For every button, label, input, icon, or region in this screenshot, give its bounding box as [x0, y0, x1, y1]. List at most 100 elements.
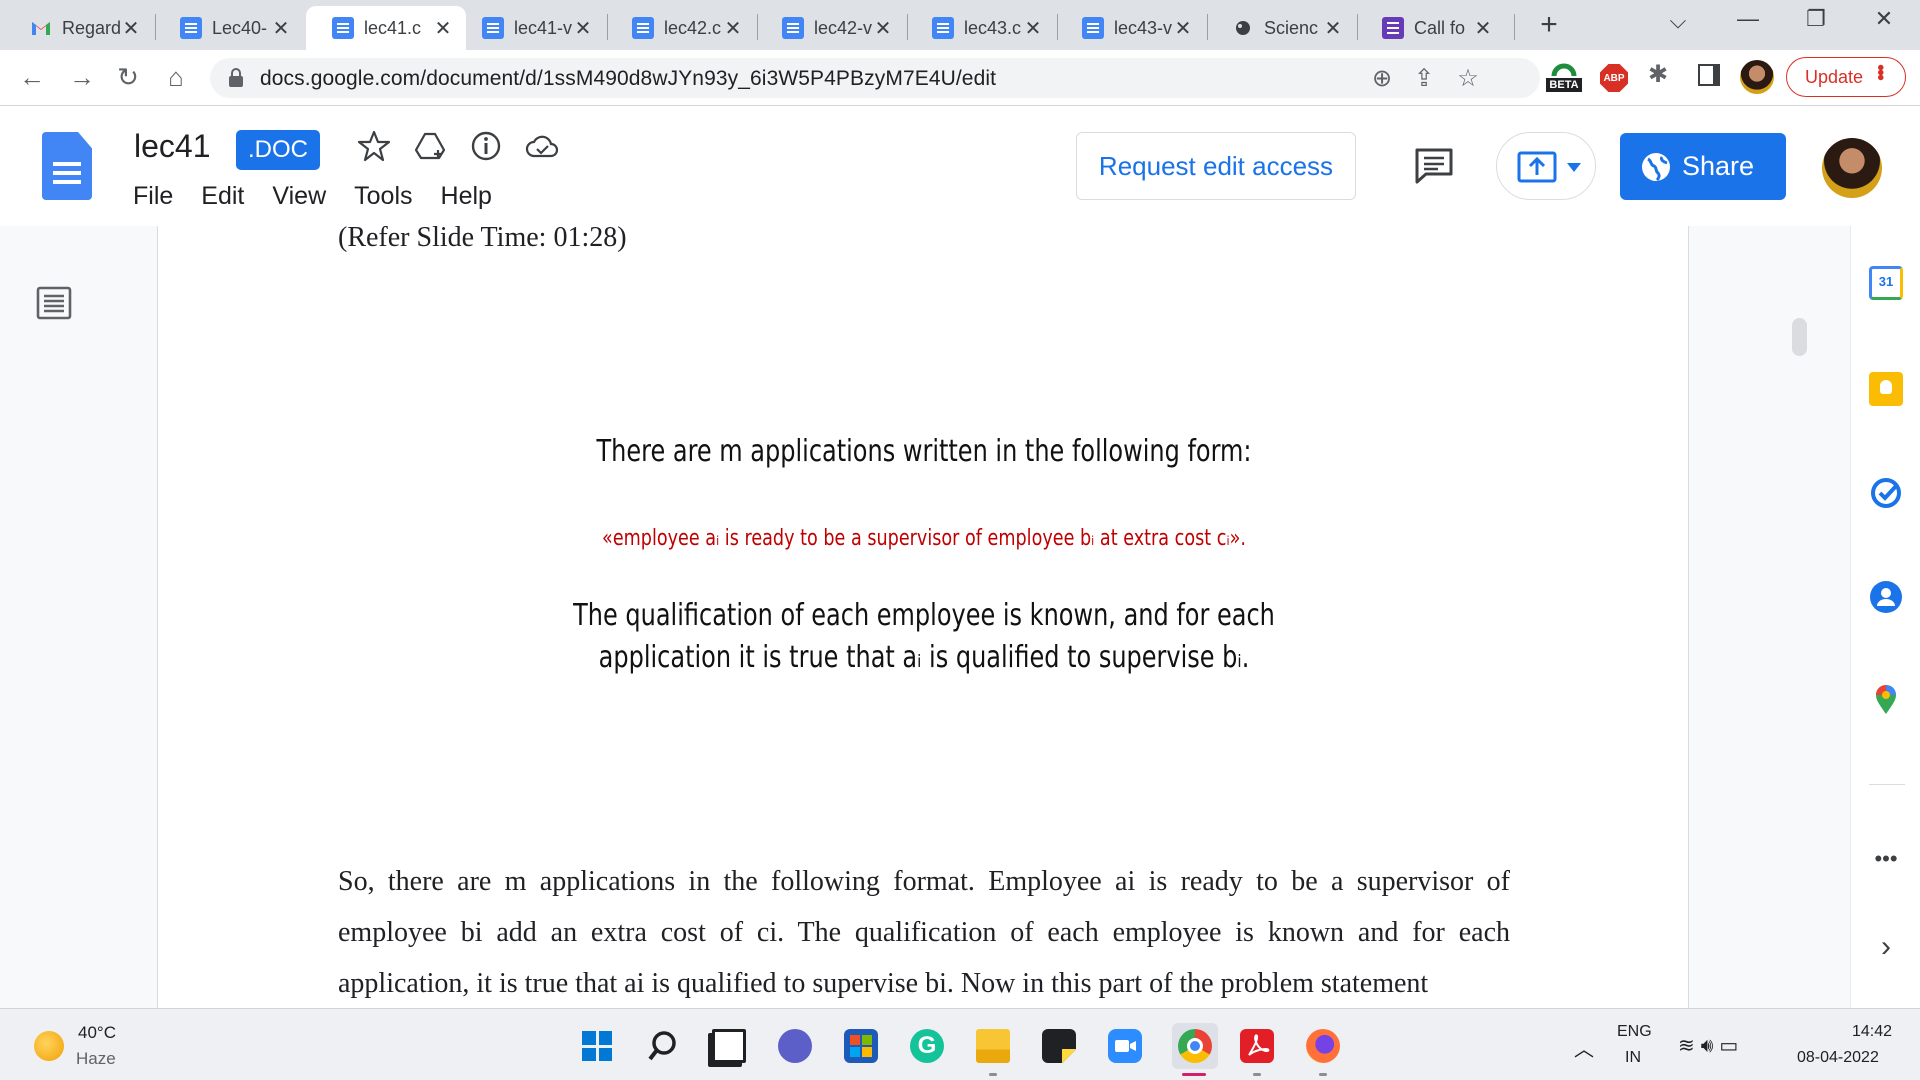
browser-tab[interactable]: Scienc ✕ — [1206, 6, 1356, 50]
abp-label: ABP — [1603, 72, 1625, 84]
docs-icon — [782, 17, 804, 39]
more-icon[interactable]: ••• — [1869, 848, 1903, 882]
url-text: docs.google.com/document/d/1ssM490d8wJYn… — [260, 67, 997, 90]
battery-icon[interactable]: ▭ — [1719, 1035, 1744, 1057]
slide-body-line: application it is true that aᵢ is qualif… — [598, 640, 1250, 675]
adblock-extension-icon[interactable]: ABP — [1600, 64, 1628, 92]
present-button[interactable] — [1496, 132, 1596, 200]
system-tray-icons[interactable]: ≋🔊︎▭ — [1678, 1033, 1744, 1058]
menu-help[interactable]: Help — [441, 182, 492, 211]
microsoft-store-icon[interactable] — [844, 1029, 878, 1063]
browser-tab[interactable]: lec41-v ✕ — [456, 6, 606, 50]
close-tab-icon[interactable]: ✕ — [1172, 16, 1194, 41]
docs-icon — [332, 17, 354, 39]
close-tab-icon[interactable]: ✕ — [432, 16, 454, 41]
update-button[interactable]: Update ••• — [1786, 57, 1906, 97]
teams-chat-icon[interactable] — [778, 1029, 812, 1063]
input-region[interactable]: IN — [1625, 1049, 1641, 1067]
windows-start-icon[interactable] — [580, 1029, 614, 1063]
browser-tab-active[interactable]: lec41.c ✕ — [306, 6, 466, 50]
document-title[interactable]: lec41 — [134, 128, 211, 165]
share-page-icon[interactable]: ⇪ — [1410, 64, 1438, 93]
browser-tab[interactable]: lec42-v ✕ — [756, 6, 906, 50]
forward-button[interactable]: → — [66, 62, 98, 92]
browser-tab-strip: Regard ✕ Lec40- ✕ lec41.c ✕ lec41-v ✕ le… — [0, 0, 1920, 50]
home-button[interactable]: ⌂ — [160, 62, 192, 92]
browser-tab[interactable]: lec43.c ✕ — [906, 6, 1056, 50]
profile-avatar[interactable] — [1740, 60, 1774, 94]
close-tab-icon[interactable]: ✕ — [1022, 16, 1044, 41]
close-tab-icon[interactable]: ✕ — [872, 16, 894, 41]
weather-temperature[interactable]: 40°C — [78, 1023, 116, 1043]
tasks-icon[interactable] — [1869, 476, 1903, 510]
firefox-icon[interactable] — [1306, 1029, 1340, 1063]
menu-file[interactable]: File — [133, 182, 173, 211]
zoom-icon[interactable]: ⊕ — [1368, 64, 1396, 93]
close-tab-icon[interactable]: ✕ — [572, 16, 594, 41]
browser-tab[interactable]: Call fo ✕ — [1356, 6, 1506, 50]
reload-button[interactable]: ↻ — [112, 62, 144, 92]
clock-date[interactable]: 08-04-2022 — [1797, 1049, 1879, 1067]
task-view-icon[interactable] — [712, 1029, 746, 1063]
restore-button[interactable]: ❐ — [1798, 6, 1834, 32]
close-tab-icon[interactable]: ✕ — [120, 16, 142, 41]
document-workspace: (Refer Slide Time: 01:28) There are m ap… — [0, 226, 1850, 1008]
keep-icon[interactable] — [1869, 372, 1903, 406]
tab-title: lec41.c — [364, 17, 422, 38]
menu-edit[interactable]: Edit — [201, 182, 244, 211]
beta-extension-icon[interactable]: BETA — [1546, 56, 1582, 98]
menu-view[interactable]: View — [272, 182, 326, 211]
close-tab-icon[interactable]: ✕ — [270, 16, 292, 41]
grammarly-icon[interactable]: G — [910, 1029, 944, 1063]
browser-tab[interactable]: Regard ✕ — [4, 6, 154, 50]
extensions-puzzle-icon[interactable]: ✱ — [1648, 60, 1668, 89]
slide-body-line: The qualification of each employee is kn… — [573, 598, 1275, 633]
comments-icon[interactable] — [1414, 146, 1454, 186]
address-bar[interactable]: docs.google.com/document/d/1ssM490d8wJYn… — [210, 58, 1540, 98]
document-info-icon[interactable] — [468, 128, 504, 164]
file-explorer-icon[interactable] — [976, 1029, 1010, 1063]
bookmark-star-icon[interactable]: ☆ — [1454, 64, 1482, 93]
globe-icon — [1642, 153, 1670, 182]
scrollbar-thumb[interactable] — [1792, 318, 1807, 356]
acrobat-icon[interactable] — [1240, 1029, 1274, 1063]
menu-tools[interactable]: Tools — [354, 182, 412, 211]
maps-icon[interactable] — [1869, 682, 1903, 716]
volume-icon[interactable]: 🔊︎ — [1701, 1035, 1720, 1057]
tab-search-chevron-icon[interactable]: ⌵ — [1660, 8, 1696, 34]
contacts-icon[interactable] — [1869, 580, 1903, 614]
cloud-saved-icon[interactable] — [524, 128, 560, 164]
close-window-button[interactable]: ✕ — [1866, 6, 1902, 32]
clock-time[interactable]: 14:42 — [1852, 1023, 1892, 1041]
calendar-icon[interactable]: 31 — [1869, 266, 1903, 300]
minimize-button[interactable]: — — [1730, 6, 1766, 32]
request-edit-access-button[interactable]: Request edit access — [1076, 132, 1356, 200]
new-tab-button[interactable]: + — [1535, 8, 1563, 42]
close-tab-icon[interactable]: ✕ — [722, 16, 744, 41]
document-outline-icon[interactable] — [36, 286, 72, 320]
share-button[interactable]: Share — [1620, 133, 1786, 200]
close-tab-icon[interactable]: ✕ — [1322, 16, 1344, 41]
weather-sun-icon[interactable] — [34, 1031, 64, 1061]
search-icon[interactable] — [646, 1029, 680, 1063]
browser-tab[interactable]: Lec40- ✕ — [154, 6, 304, 50]
docs-logo-icon[interactable] — [42, 132, 92, 200]
browser-tab[interactable]: lec43-v ✕ — [1056, 6, 1206, 50]
chrome-taskbar-button[interactable] — [1172, 1023, 1218, 1069]
star-icon[interactable] — [356, 128, 392, 164]
side-panel-icon[interactable] — [1698, 64, 1720, 86]
sticky-notes-icon[interactable] — [1042, 1029, 1076, 1063]
weather-condition[interactable]: Haze — [76, 1049, 116, 1069]
input-language[interactable]: ENG — [1617, 1023, 1652, 1041]
show-hidden-icons-chevron[interactable]: ︿ — [1574, 1033, 1594, 1062]
transcript-paragraph: So, there are m applications in the foll… — [338, 866, 1510, 999]
document-page[interactable]: (Refer Slide Time: 01:28) There are m ap… — [157, 226, 1689, 1008]
expand-panel-icon[interactable]: › — [1869, 930, 1903, 964]
browser-tab[interactable]: lec42.c ✕ — [606, 6, 756, 50]
wifi-icon[interactable]: ≋ — [1678, 1035, 1701, 1057]
account-avatar[interactable] — [1822, 138, 1882, 198]
back-button[interactable]: ← — [16, 62, 48, 92]
move-to-drive-icon[interactable] — [412, 128, 448, 164]
zoom-app-icon[interactable] — [1108, 1029, 1142, 1063]
close-tab-icon[interactable]: ✕ — [1472, 16, 1494, 41]
